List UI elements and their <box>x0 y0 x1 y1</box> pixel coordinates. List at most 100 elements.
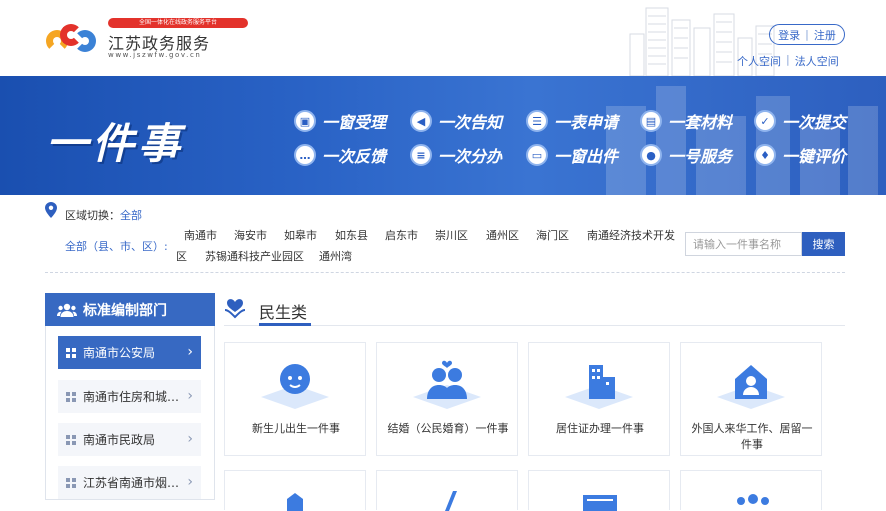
service-card[interactable]: 结婚（公民婚育）一件事 <box>376 342 518 456</box>
heart-hand-icon <box>224 299 246 319</box>
feature-list: ▣ 一窗受理 ◀ 一次告知 ☰ 一表申请 ▤ 一套材料 ✓ 一次提交 … 一次反… <box>294 106 854 176</box>
feature-label: 一窗受理 <box>322 113 387 132</box>
feature-item: ▤ 一套材料 <box>640 108 732 134</box>
region-item[interactable]: 如东县 <box>335 227 368 243</box>
sidebar-item-label: 南通市公安局 <box>83 346 156 360</box>
category-title: 民生类 <box>259 303 308 322</box>
banner-title: 一件事 <box>46 119 185 168</box>
region-item[interactable]: 苏锡通科技产业园区 <box>205 248 304 264</box>
megaphone-icon: ◀ <box>410 110 432 132</box>
feature-label: 一窗出件 <box>554 147 619 166</box>
region-item[interactable]: 通州湾 <box>319 248 352 264</box>
chevron-right-icon: › <box>187 474 193 490</box>
service-card[interactable] <box>224 470 366 511</box>
residence-icon <box>565 365 633 409</box>
section-divider <box>45 272 845 273</box>
feature-label: 一次分办 <box>438 147 503 166</box>
baby-icon <box>261 364 329 409</box>
service-card-label: 外国人来华工作、居留一件事 <box>691 422 813 451</box>
region-switch: 区域切换：全部 <box>65 207 142 223</box>
sidebar-item-minzheng[interactable]: 南通市民政局 › <box>58 423 201 456</box>
login-link[interactable]: 登录 <box>778 27 800 43</box>
personal-space-link[interactable]: 个人空间 <box>737 53 781 69</box>
check-icon: ✓ <box>754 110 776 132</box>
category-header: 民生类 <box>224 293 845 326</box>
service-card-label: 结婚（公民婚育）一件事 <box>387 422 509 435</box>
region-item[interactable]: 区 <box>176 248 187 264</box>
region-item[interactable]: 崇川区 <box>435 227 468 243</box>
feature-item: ♦ 一键评价 <box>754 142 846 168</box>
user-icon: ● <box>640 144 662 166</box>
thumbs-up-icon: ♦ <box>754 144 776 166</box>
sidebar-item-gongan[interactable]: 南通市公安局 › <box>58 336 201 369</box>
region-item[interactable]: 启东市 <box>385 227 418 243</box>
chat-icon: … <box>294 144 316 166</box>
site-header: 全国一体化在线政务服务平台 江苏政务服务 www.jszwfw.gov.cn 登… <box>0 0 886 76</box>
feature-item: … 一次反馈 <box>294 142 386 168</box>
feature-label: 一次提交 <box>782 113 847 132</box>
sidebar-item-label: 南通市民政局 <box>83 433 156 447</box>
grid-icon <box>66 347 76 358</box>
feature-item: ● 一号服务 <box>640 142 732 168</box>
foreigner-house-icon <box>717 365 785 409</box>
region-item[interactable]: 通州区 <box>486 227 519 243</box>
feature-item: ▣ 一窗受理 <box>294 108 386 134</box>
service-card-label: 新生儿出生一件事 <box>252 422 340 435</box>
grid-icon <box>66 391 76 402</box>
feature-label: 一次告知 <box>438 113 503 132</box>
sidebar-title: 标准编制部门 <box>83 302 167 319</box>
service-icon <box>737 494 769 505</box>
chevron-right-icon: › <box>187 431 193 447</box>
grid-icon <box>66 477 76 488</box>
region-item[interactable]: 海门区 <box>536 227 569 243</box>
service-icon <box>445 491 457 511</box>
region-filter: 区域切换：全部 全部（县、市、区）: 南通市 海安市 如皋市 如东县 启东市 崇… <box>0 195 886 275</box>
service-card[interactable]: 居住证办理一件事 <box>528 342 670 456</box>
window-icon: ▣ <box>294 110 316 132</box>
service-card[interactable] <box>528 470 670 511</box>
sidebar-item-yancao[interactable]: 江苏省南通市烟草专卖局 › <box>58 466 201 499</box>
region-item[interactable]: 南通经济技术开发 <box>587 227 675 243</box>
category-underline <box>259 323 311 326</box>
grid-icon <box>66 434 76 445</box>
service-card-label: 居住证办理一件事 <box>556 422 644 435</box>
region-item[interactable]: 海安市 <box>234 227 267 243</box>
feature-item: ▭ 一窗出件 <box>526 142 618 168</box>
feature-label: 一表申请 <box>554 113 619 132</box>
sidebar-header: 标准编制部门 <box>45 293 215 326</box>
location-pin-icon <box>45 202 57 218</box>
region-item[interactable]: 南通市 <box>184 227 217 243</box>
document-icon: ▤ <box>640 110 662 132</box>
region-item[interactable]: 如皋市 <box>284 227 317 243</box>
site-url: www.jszwfw.gov.cn <box>108 51 202 59</box>
service-card[interactable]: 新生儿出生一件事 <box>224 342 366 456</box>
auth-links: 登录 | 注册 <box>769 24 845 45</box>
platform-badge: 全国一体化在线政务服务平台 <box>108 18 248 28</box>
feature-label: 一套材料 <box>668 113 733 132</box>
service-card[interactable] <box>680 470 822 510</box>
logo-mark-icon <box>44 16 100 60</box>
feature-item: ≡ 一次分办 <box>410 142 502 168</box>
service-card[interactable] <box>376 470 518 511</box>
sidebar-item-label: 南通市住房和城乡建设局 <box>83 390 183 404</box>
feature-label: 一次反馈 <box>322 147 387 166</box>
feature-item: ◀ 一次告知 <box>410 108 502 134</box>
service-icon <box>583 495 617 511</box>
service-card[interactable]: 外国人来华工作、居留一件事 <box>680 342 822 456</box>
printer-icon: ▭ <box>526 144 548 166</box>
legal-space-link[interactable]: 法人空间 <box>795 53 839 69</box>
feature-item: ✓ 一次提交 <box>754 108 846 134</box>
register-link[interactable]: 注册 <box>814 27 836 43</box>
feature-label: 一号服务 <box>668 147 733 166</box>
form-icon: ☰ <box>526 110 548 132</box>
couple-icon <box>413 360 481 409</box>
search-button[interactable]: 搜索 <box>802 232 845 256</box>
region-switch-label: 区域切换： <box>65 209 120 222</box>
region-current-link[interactable]: 全部 <box>120 209 142 222</box>
people-icon <box>57 303 77 317</box>
space-links: 个人空间 | 法人空间 <box>737 53 839 69</box>
region-all-link[interactable]: 全部（县、市、区）: <box>65 238 168 254</box>
sidebar-item-zhujian[interactable]: 南通市住房和城乡建设局 › <box>58 380 201 413</box>
hero-banner: 一件事 ▣ 一窗受理 ◀ 一次告知 ☰ 一表申请 ▤ 一套材料 ✓ 一次提交 …… <box>0 76 886 195</box>
search-input[interactable] <box>685 232 802 256</box>
